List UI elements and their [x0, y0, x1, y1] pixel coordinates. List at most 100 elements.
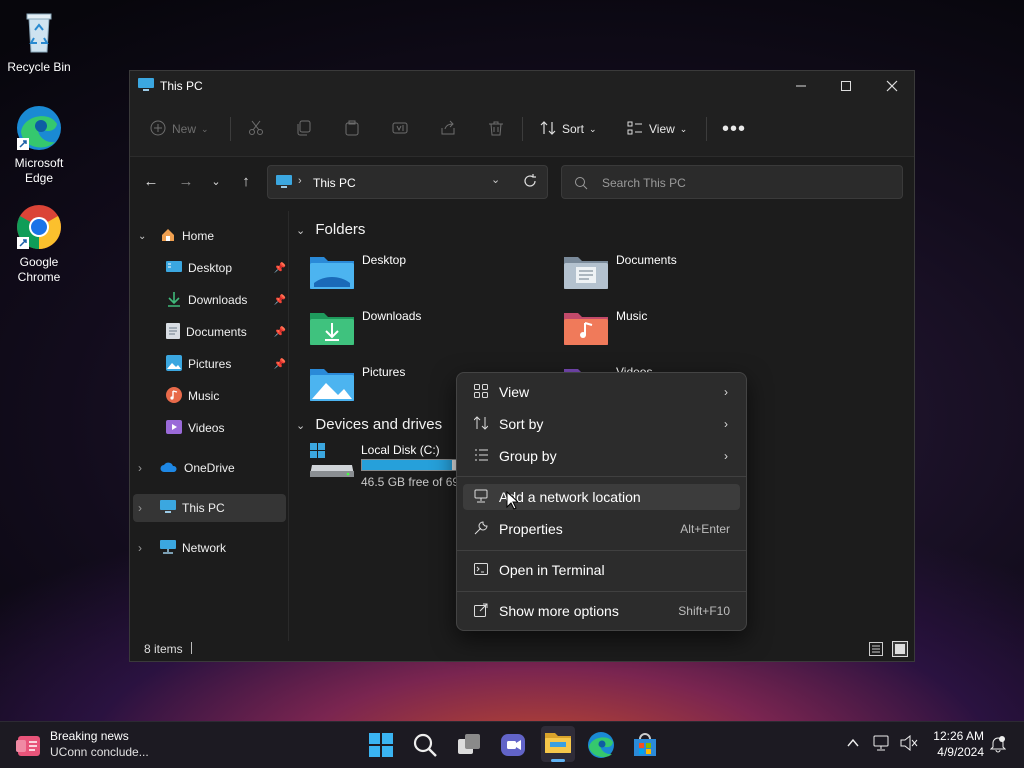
search-icon: [410, 733, 440, 764]
sidebar-item-home[interactable]: ⌄ Home: [138, 222, 288, 250]
sidebar-item-this-pc[interactable]: › This PC: [133, 494, 286, 522]
folder-desktop[interactable]: Desktop: [310, 253, 406, 289]
title-bar[interactable]: This PC: [130, 71, 914, 101]
desktop-icon-edge[interactable]: Microsoft Edge: [4, 104, 74, 186]
menu-item-properties[interactable]: Properties Alt+Enter: [463, 516, 740, 542]
menu-item-shortcut: Shift+F10: [678, 604, 730, 618]
clock[interactable]: 12:26 AM 4/9/2024: [928, 728, 984, 760]
menu-item-sort-by[interactable]: Sort by ›: [463, 411, 740, 437]
share-button[interactable]: [440, 117, 456, 141]
desktop-icon-chrome[interactable]: Google Chrome: [4, 203, 74, 285]
copy-icon: [296, 120, 312, 139]
chevron-down-icon: ⌄: [296, 420, 306, 432]
documents-folder-icon: [564, 253, 608, 289]
folder-label: Documents: [616, 253, 677, 267]
notification-bell-icon: [989, 736, 1007, 757]
menu-item-open-in-terminal[interactable]: Open in Terminal: [463, 557, 740, 583]
notifications-button[interactable]: [989, 735, 1007, 758]
sidebar-item-label: Network: [182, 541, 227, 555]
menu-item-show-more-options[interactable]: Show more options Shift+F10: [463, 598, 740, 624]
copy-button[interactable]: [296, 117, 312, 141]
delete-button[interactable]: [488, 117, 504, 141]
breadcrumb-this-pc[interactable]: This PC: [313, 176, 356, 190]
window-title: This PC: [160, 79, 203, 93]
sidebar-item-music[interactable]: Music: [166, 382, 288, 410]
address-dropdown-icon[interactable]: ⌄: [491, 173, 500, 186]
menu-item-label: Group by: [499, 448, 557, 464]
pin-icon[interactable]: 📌: [274, 263, 286, 274]
start-button[interactable]: [366, 730, 396, 760]
chevron-down-icon: ⌄: [679, 123, 688, 134]
back-button[interactable]: ←: [140, 171, 162, 193]
news-icon: [16, 734, 42, 763]
search-box[interactable]: Search This PC: [561, 165, 903, 199]
task-view-button[interactable]: [454, 730, 484, 760]
search-button[interactable]: [410, 730, 440, 760]
recycle-bin-icon: [15, 8, 63, 56]
cut-button[interactable]: [248, 117, 264, 141]
recent-locations-button[interactable]: ⌄: [205, 171, 227, 193]
folders-group-header[interactable]: ⌄ Folders: [296, 221, 365, 238]
breadcrumb-separator-icon: ›: [298, 175, 302, 187]
more-options-button[interactable]: •••: [722, 117, 746, 141]
maximize-button[interactable]: [823, 71, 869, 101]
sidebar-item-label: Desktop: [188, 261, 233, 275]
sidebar-item-downloads[interactable]: Downloads 📌: [166, 286, 288, 314]
volume-button[interactable]: [900, 734, 918, 756]
view-button[interactable]: View ⌄: [627, 117, 687, 141]
up-button[interactable]: ↑: [235, 171, 257, 193]
menu-item-view[interactable]: View ›: [463, 379, 740, 405]
folder-music[interactable]: Music: [564, 309, 647, 345]
file-explorer-taskbar-button[interactable]: [541, 726, 575, 762]
forward-button[interactable]: →: [175, 171, 197, 193]
menu-item-add-network-location[interactable]: Add a network location: [463, 484, 740, 510]
picture-icon: [166, 354, 182, 374]
edge-taskbar-button[interactable]: [586, 730, 616, 760]
sidebar-item-pictures[interactable]: Pictures 📌: [166, 350, 288, 378]
new-button[interactable]: New ⌄: [150, 117, 209, 141]
pin-icon[interactable]: 📌: [274, 359, 286, 370]
sidebar-item-onedrive[interactable]: › OneDrive: [138, 454, 288, 482]
document-icon: [166, 322, 180, 342]
pin-icon[interactable]: 📌: [274, 295, 286, 306]
menu-item-label: View: [499, 384, 530, 400]
close-button[interactable]: [869, 71, 915, 101]
pin-icon[interactable]: 📌: [274, 327, 286, 338]
status-separator: [191, 642, 192, 654]
menu-item-group-by[interactable]: Group by ›: [463, 443, 740, 469]
microsoft-store-button[interactable]: [630, 730, 660, 760]
rename-button[interactable]: [392, 117, 408, 141]
chevron-down-icon: ⌄: [589, 123, 597, 134]
devices-group-header[interactable]: ⌄ Devices and drives: [296, 416, 442, 433]
folder-pictures[interactable]: Pictures: [310, 365, 405, 401]
desktop-icon-recycle-bin[interactable]: Recycle Bin: [4, 8, 74, 75]
sidebar-item-desktop[interactable]: Desktop 📌: [166, 254, 288, 282]
show-hidden-icons-button[interactable]: [846, 736, 860, 755]
menu-item-label: Add a network location: [499, 489, 641, 505]
folder-downloads[interactable]: Downloads: [310, 309, 421, 345]
mouse-cursor-icon: [506, 490, 520, 515]
teams-chat-button[interactable]: [498, 730, 528, 760]
sort-button[interactable]: Sort ⌄: [540, 117, 597, 141]
pane-divider[interactable]: [288, 211, 289, 641]
sidebar-item-documents[interactable]: Documents 📌: [166, 318, 288, 346]
folders-header-label: Folders: [315, 221, 366, 238]
downloads-folder-icon: [310, 309, 354, 345]
tiles-view-icon[interactable]: [892, 641, 908, 660]
folder-documents[interactable]: Documents: [564, 253, 677, 289]
address-bar[interactable]: › This PC ⌄: [267, 165, 548, 199]
paste-button[interactable]: [344, 117, 360, 141]
arrow-left-icon: ←: [143, 173, 159, 190]
trash-icon: [488, 120, 504, 139]
this-pc-icon: [276, 175, 292, 194]
network-status-button[interactable]: [873, 735, 891, 756]
details-view-icon[interactable]: [869, 642, 883, 659]
sort-arrows-icon: [540, 120, 556, 139]
news-widget[interactable]: Breaking news UConn conclude...: [16, 728, 176, 764]
sidebar-item-videos[interactable]: Videos: [166, 414, 288, 442]
folder-label: Music: [616, 309, 648, 323]
minimize-button[interactable]: [778, 71, 824, 101]
rename-icon: [392, 120, 408, 139]
refresh-icon[interactable]: [523, 174, 537, 193]
sidebar-item-network[interactable]: › Network: [138, 534, 288, 562]
